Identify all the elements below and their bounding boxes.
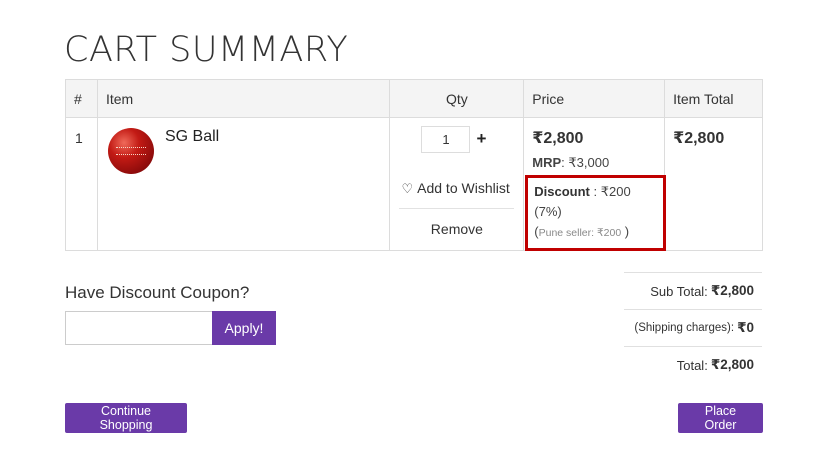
plus-icon[interactable]: + [476,130,486,147]
add-to-wishlist-link[interactable]: ♡ Add to Wishlist [401,180,509,197]
subtotal-row: Sub Total: ₹2,800 [624,272,762,309]
wishlist-label: Add to Wishlist [417,180,510,196]
discount-value: : ₹200 [589,184,631,199]
discount-label: Discount [534,184,590,199]
subtotal-label: Sub Total: [650,283,708,299]
quantity-input[interactable]: 1 [421,126,471,153]
seller-discount: (Pune seller: ₹200 ) [534,222,657,243]
page-title: CART SUMMARY [64,30,349,70]
mrp-label: MRP [532,155,562,170]
row-number: 1 [75,130,83,146]
price-value: ₹2,800 [532,130,584,147]
subtotal-value: ₹2,800 [710,283,754,298]
continue-shopping-button[interactable]: Continue Shopping [65,403,187,433]
discount-percent: (7%) [534,204,562,219]
discount-highlight-box: Discount : ₹200 (7%) (Pune seller: ₹200 … [525,175,667,251]
apply-coupon-button[interactable]: Apply! [212,311,276,345]
total-label: Total: [676,357,708,373]
seller-close-paren: ) [621,224,630,239]
heart-icon: ♡ [401,181,414,196]
cell-item: SG Ball [96,117,391,251]
coupon-input[interactable] [65,311,213,345]
place-order-button[interactable]: Place Order [678,403,763,433]
mrp-value: : ₹3,000 [561,155,610,170]
item-total-value: ₹2,800 [673,130,725,147]
product-name[interactable]: SG Ball [165,128,219,146]
remove-link[interactable]: Remove [390,221,523,237]
product-image[interactable] [107,128,154,174]
seller-text: Pune seller: ₹200 [538,227,622,239]
header-item-total: Item Total [664,79,763,118]
shipping-row: (Shipping charges): ₹0 [624,309,762,346]
order-summary: Sub Total: ₹2,800 (Shipping charges): ₹0 T… [624,272,762,383]
header-num: # [65,79,98,118]
cart-table: # Item Qty Price Item Total 1 SG Ball 1 … [65,79,763,251]
shipping-label: (Shipping charges): [634,322,735,334]
table-header-row: # Item Qty Price Item Total [65,79,763,118]
total-value: ₹2,800 [710,357,754,372]
coupon-heading: Have Discount Coupon? [65,283,250,302]
divider [399,208,515,209]
shipping-value: ₹0 [737,320,754,335]
header-price: Price [523,79,666,118]
cell-price: ₹2,800 MRP: ₹3,000 Discount : ₹200 (7%) … [523,117,667,251]
total-row: Total: ₹2,800 [624,346,762,383]
header-item: Item [96,79,391,118]
cell-item-total: ₹2,800 [664,117,763,251]
header-qty: Qty [389,79,525,118]
table-row: 1 SG Ball 1 + ♡ Add to Wishlist Remove ₹2… [65,117,763,251]
cell-qty: 1 + ♡ Add to Wishlist Remove [389,117,525,251]
mrp-text: MRP: ₹3,000 [532,155,609,171]
cell-num: 1 [65,117,98,251]
